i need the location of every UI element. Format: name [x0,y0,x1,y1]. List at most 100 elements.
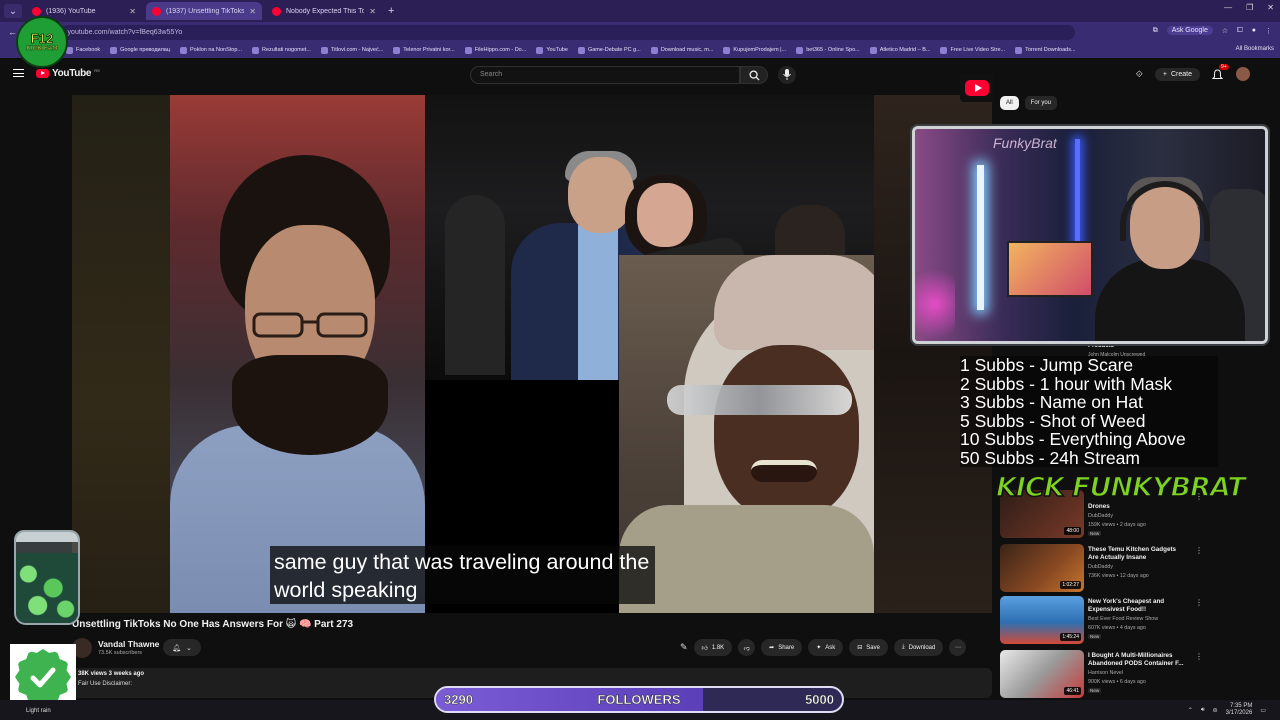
recommendation-views: 736K views • 12 days ago [1088,573,1149,579]
chip-for-you[interactable]: For you [1024,96,1058,110]
recommendation-thumbnail[interactable]: 1:02:27 [1000,544,1084,592]
hamburger-menu-icon[interactable] [13,69,24,77]
search-input[interactable]: Search [470,66,740,84]
bookmark-item[interactable]: KupujemProdajem |... [723,46,786,54]
search-button[interactable] [740,66,768,84]
ask-button[interactable]: ✦ Ask [808,639,844,656]
more-icon: ⋯ [954,645,961,651]
activity-icon[interactable]: ✎ [680,642,688,653]
tab-close-icon[interactable]: ✕ [249,7,256,16]
install-icon[interactable]: ⧉ [1153,27,1158,35]
menu-icon[interactable]: ⋮ [1265,27,1272,35]
channel-name[interactable]: Vandal Thawne [98,639,159,649]
recommendation-title[interactable]: New York's Cheapest and Expensivest Food… [1088,598,1188,614]
dislike-button[interactable]: 👎︎ [738,639,756,656]
recommendation-views: 159K views • 2 days ago [1088,522,1146,528]
bell-icon [1211,69,1224,79]
recommendation-channel[interactable]: DubDaddy [1088,513,1113,519]
all-bookmarks-button[interactable]: All Bookmarks [1236,46,1274,52]
bookmark-item[interactable]: YouTube [536,46,568,54]
tab-search-button[interactable]: ⌄ [4,4,22,18]
more-vert-icon[interactable]: ⋮ [1195,652,1203,661]
more-vert-icon[interactable]: ⋮ [1195,546,1203,555]
tray-chevron-icon[interactable]: ⌃ [1188,707,1193,714]
notifications-button[interactable]: 9+ [1211,64,1229,80]
youtube-favicon-icon [152,6,161,16]
profile-icon[interactable]: ● [1252,27,1256,34]
bookmark-item[interactable]: Titlovi.com - Najveć... [320,46,383,54]
share-button[interactable]: ➦ Share [761,639,803,656]
create-button[interactable]: + Create [1154,67,1200,81]
bookmark-item[interactable]: Game-Debate PC g... [577,46,641,54]
recommendation-title[interactable]: I Bought A Multi-Millionaires Abandoned … [1088,652,1188,668]
voice-search-button[interactable] [778,66,796,84]
followers-goal-bar: FOLLOWERS 3290 5000 [434,686,844,713]
chip-all[interactable]: All [1000,96,1019,110]
bookmark-item[interactable]: Poklon na NonStop... [180,46,242,54]
recommendation-chips: All For you [1000,96,1058,110]
new-tab-button[interactable]: + [388,5,394,17]
video-duration: 1:02:27 [1060,581,1081,589]
download-label: Download [908,644,936,651]
video-player[interactable]: same guy that was traveling around the w… [72,95,992,613]
subscription-bell-button[interactable]: 🔔︎ ⌄ [163,639,201,656]
bookmark-item[interactable]: bet365 - Online Spo... [796,46,860,54]
system-clock[interactable]: 7:35 PM 3/17/2026 [1226,703,1253,717]
youtube-wordmark: YouTube [52,68,92,79]
logo-title: F12 [30,30,54,46]
recommendation-item[interactable]: 46:41 I Bought A Multi-Millionaires Aban… [1000,650,1270,700]
recommendation-channel[interactable]: Harrison Nevel [1088,670,1123,676]
sub-goal-item: 50 Subbs - 24h Stream [960,447,1140,468]
more-actions-button[interactable]: ⋯ [949,639,967,656]
maximize-icon[interactable]: ❐ [1246,3,1253,12]
caption-line: same guy that was traveling around the [274,550,650,574]
close-window-icon[interactable]: ✕ [1267,3,1274,12]
extensions-icon[interactable]: ⧠ [1237,27,1243,35]
video-panel-reactor [170,95,425,613]
tab-current-video[interactable]: (1937) Unsettling TikToks N ✕ [146,2,262,20]
minimize-icon[interactable]: — [1224,3,1232,12]
recommendation-title[interactable]: These Temu Kitchen Gadgets Are Actually … [1088,546,1188,562]
cast-icon[interactable]: ⟐ [1136,69,1143,80]
share-icon: ➦ [769,645,775,651]
bookmark-item[interactable]: Facebook [66,46,100,54]
bookmark-item[interactable]: Rezultati nogomet... [252,46,311,54]
ask-google-button[interactable]: Ask Google [1166,26,1213,35]
bookmark-item[interactable]: Google преводилац [110,46,170,54]
bookmark-item[interactable]: Atletico Madrid – B... [869,46,930,54]
video-duration: 46:41 [1064,687,1081,695]
video-actions: ✎ 👍︎ 1.8K 👎︎ ➦ Share ✦ Ask ⊟ Save ⤓ Download … [680,639,967,656]
weather-widget[interactable]: Light rain [26,708,51,714]
speaker-icon[interactable]: 🔊︎ [1201,707,1205,714]
youtube-play-icon [36,69,49,78]
recommendation-channel[interactable]: DubDaddy [1088,564,1113,570]
recommendation-item[interactable]: 1:45:24 New York's Cheapest and Expensiv… [1000,596,1270,646]
download-button[interactable]: ⤓ Download [893,639,944,656]
account-avatar[interactable] [1236,67,1250,81]
video-frame-left [72,95,170,613]
tab-other-video[interactable]: Nobody Expected This To Shoc ✕ [266,2,382,20]
bookmark-item[interactable]: Free Live Video Stre... [940,46,1005,54]
more-vert-icon[interactable]: ⋮ [1195,598,1203,607]
bookmark-item[interactable]: FileHippo.com - Do... [464,46,526,54]
recommendation-thumbnail[interactable]: 46:41 [1000,650,1084,698]
network-icon[interactable]: ⊜ [1213,707,1218,714]
recommendation-item[interactable]: 1:02:27 These Temu Kitchen Gadgets Are A… [1000,544,1270,594]
tab-close-icon[interactable]: ✕ [369,7,376,16]
download-icon: ⤓ [901,644,905,650]
recommendation-thumbnail[interactable]: 1:45:24 [1000,596,1084,644]
recommendation-title[interactable]: Drones [1088,503,1188,511]
bookmark-item[interactable]: Download music, m... [650,46,713,54]
recommendation-channel[interactable]: Best Ever Food Review Show [1088,616,1158,622]
bookmark-star-icon[interactable]: ☆ [1222,27,1228,35]
country-code: RS [94,68,100,73]
notification-center-icon[interactable]: ▭ [1260,707,1266,714]
youtube-logo[interactable]: YouTube RS [36,68,100,79]
like-button[interactable]: 👍︎ 1.8K [693,639,733,656]
save-button[interactable]: ⊟ Save [849,639,888,656]
tab-close-icon[interactable]: ✕ [129,7,136,16]
bookmark-item[interactable]: Torrent Downloads... [1015,46,1076,54]
system-tray: ⌃ 🔊︎ ⊜ 7:35 PM 3/17/2026 ▭ [1188,703,1266,717]
url-field[interactable]: youtube.com/watch?v=fBeq63w55Yo [59,24,1075,40]
bookmark-item[interactable]: Telenor Privatni kor... [393,46,455,54]
